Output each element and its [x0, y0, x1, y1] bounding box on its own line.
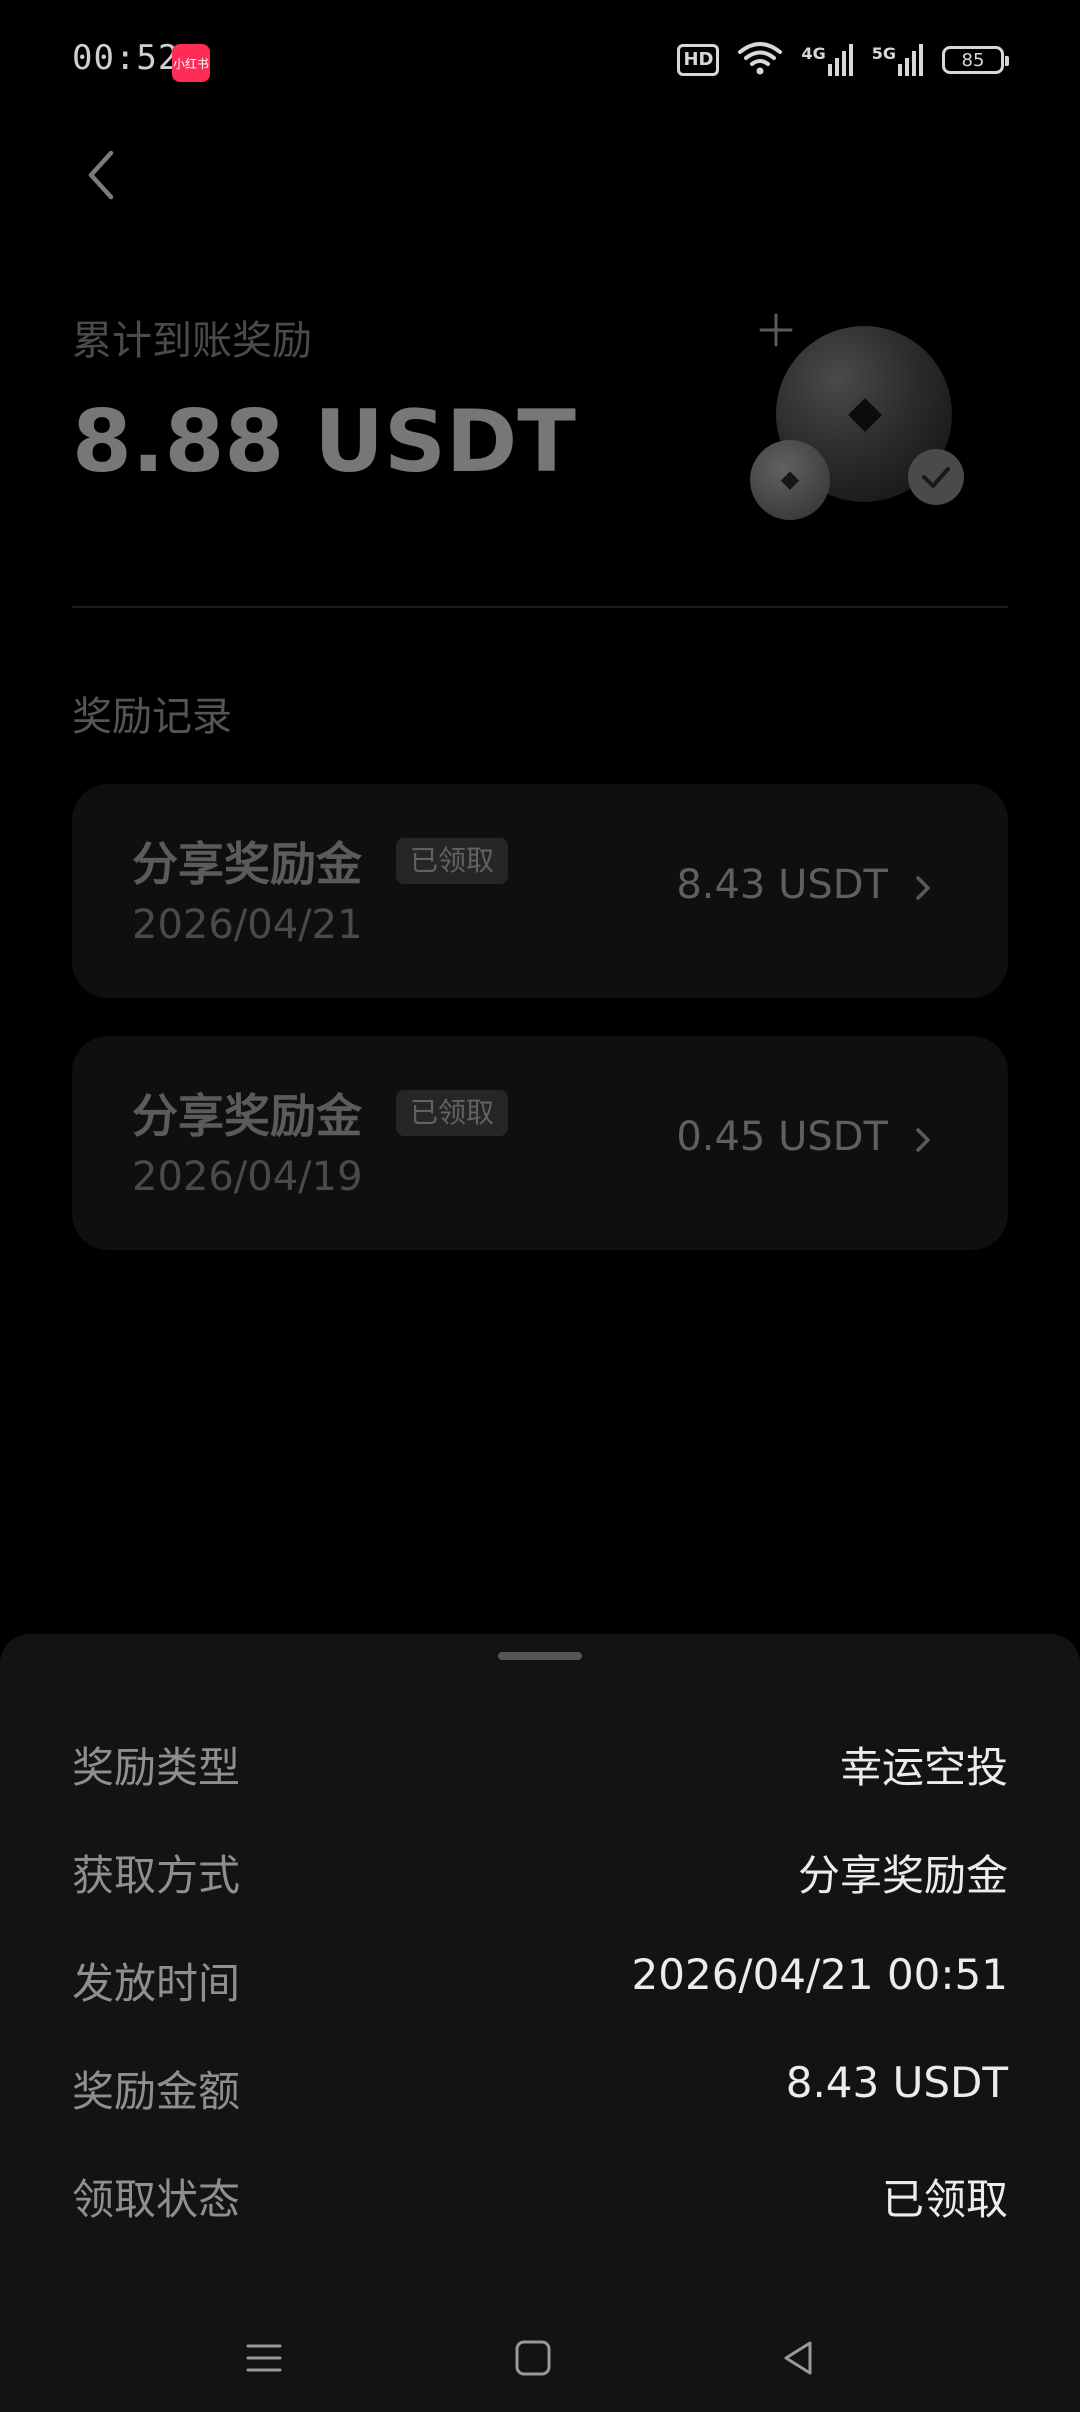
triangle-back-icon — [784, 2341, 812, 2375]
record-title: 分享奖励金 — [132, 1089, 362, 1143]
detail-key: 领取状态 — [72, 2175, 241, 2224]
records-title: 奖励记录 — [72, 694, 232, 740]
sheet-drag-handle[interactable] — [498, 1652, 582, 1660]
detail-row-amount: 奖励金额 8.43 USDT — [72, 2058, 1008, 2118]
status-badge: 已领取 — [396, 838, 509, 884]
square-icon — [515, 2340, 551, 2376]
wifi-icon — [737, 40, 783, 80]
detail-row-issue-time: 发放时间 2026/04/21 00:51 — [72, 1950, 1008, 2010]
record-amount: 8.43 USDT — [676, 862, 888, 908]
detail-key: 发放时间 — [72, 1959, 241, 2008]
status-icons: HD 4G 5G 85 — [677, 40, 1009, 80]
detail-value: 8.43 USDT — [785, 2058, 1008, 2107]
chevron-left-icon — [88, 150, 114, 200]
summary-amount: 8.88 USDT — [72, 392, 576, 492]
detail-value: 幸运空投 — [839, 1743, 1008, 1792]
record-title: 分享奖励金 — [132, 837, 362, 891]
record-date: 2026/04/21 — [132, 902, 363, 948]
signal-5g-icon: 5G — [872, 44, 924, 76]
record-item[interactable]: 分享奖励金 已领取 2026/04/21 8.43 USDT — [72, 784, 1008, 998]
status-bar: 00:52 小红书 HD 4G 5G 85 — [0, 0, 1080, 120]
system-nav-bar — [0, 2300, 1080, 2412]
recent-apps-button[interactable] — [234, 2328, 294, 2388]
detail-key: 奖励金额 — [72, 2067, 241, 2116]
app-notification-icon: 小红书 — [172, 44, 210, 82]
battery-icon: 85 — [942, 46, 1009, 74]
reward-detail-sheet: 奖励类型 幸运空投 获取方式 分享奖励金 发放时间 2026/04/21 00:… — [0, 1634, 1080, 2412]
record-item[interactable]: 分享奖励金 已领取 2026/04/19 0.45 USDT — [72, 1036, 1008, 1250]
chevron-right-icon — [916, 1128, 930, 1152]
detail-row-reward-type: 奖励类型 幸运空投 — [72, 1734, 1008, 1794]
detail-row-status: 领取状态 已领取 — [72, 2166, 1008, 2226]
detail-key: 奖励类型 — [72, 1743, 241, 1792]
home-button[interactable] — [503, 2328, 563, 2388]
menu-icon — [246, 2344, 282, 2372]
back-button[interactable] — [70, 140, 130, 210]
detail-value: 2026/04/21 00:51 — [631, 1950, 1008, 1999]
record-amount: 0.45 USDT — [676, 1114, 888, 1160]
reward-coins-illustration — [740, 300, 980, 530]
summary-label: 累计到账奖励 — [72, 318, 312, 364]
signal-4g-icon: 4G — [801, 44, 853, 76]
chevron-right-icon — [916, 876, 930, 900]
system-back-button[interactable] — [768, 2328, 828, 2388]
status-badge: 已领取 — [396, 1090, 509, 1136]
detail-value: 分享奖励金 — [797, 1851, 1008, 1900]
hd-voice-icon: HD — [677, 44, 720, 76]
detail-row-method: 获取方式 分享奖励金 — [72, 1842, 1008, 1902]
divider — [72, 606, 1008, 608]
record-date: 2026/04/19 — [132, 1154, 363, 1200]
status-time: 00:52 — [72, 38, 180, 78]
detail-key: 获取方式 — [72, 1851, 241, 1900]
detail-value: 已领取 — [881, 2175, 1008, 2224]
